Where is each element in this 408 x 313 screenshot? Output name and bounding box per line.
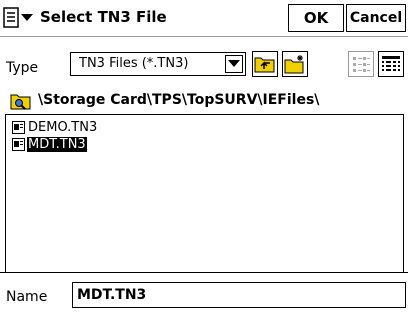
name-input-value: MDT.TN3 — [77, 287, 147, 303]
file-list[interactable]: DEMO.TN3 MDT.TN3 — [5, 114, 404, 272]
cancel-button[interactable]: Cancel — [346, 4, 406, 32]
list-item-selected[interactable]: MDT.TN3 — [12, 136, 87, 152]
file-icon — [12, 120, 25, 134]
name-label: Name — [6, 289, 48, 305]
path-text: \Storage Card\TPS\TopSURV\IEFiles\ — [38, 92, 320, 108]
details-view-icon — [382, 56, 400, 71]
title-bar: Select TN3 File OK Cancel — [0, 0, 408, 36]
folder-up-button[interactable] — [252, 51, 278, 77]
name-input[interactable]: MDT.TN3 — [72, 282, 406, 308]
chevron-down-icon — [228, 60, 240, 67]
list-view-button[interactable] — [348, 51, 374, 77]
title-divider — [0, 36, 408, 37]
file-icon — [12, 137, 25, 151]
start-menu-icon — [3, 7, 33, 28]
new-folder-button[interactable] — [282, 51, 308, 77]
ok-button[interactable]: OK — [288, 4, 344, 32]
new-folder-icon — [284, 55, 304, 74]
list-view-icon — [353, 57, 370, 72]
folder-search-icon — [10, 94, 31, 110]
file-name: MDT.TN3 — [27, 136, 87, 152]
start-menu-button[interactable] — [2, 4, 36, 32]
list-item[interactable]: DEMO.TN3 — [12, 119, 98, 135]
type-dropdown[interactable]: TN3 Files (*.TN3) — [70, 52, 246, 76]
type-dropdown-value: TN3 Files (*.TN3) — [79, 56, 189, 71]
dialog-title: Select TN3 File — [40, 8, 167, 26]
folder-up-icon — [254, 57, 275, 73]
current-path: \Storage Card\TPS\TopSURV\IEFiles\ — [6, 90, 406, 112]
divider — [0, 272, 408, 273]
file-name: DEMO.TN3 — [28, 119, 98, 135]
dropdown-arrow-button[interactable] — [225, 55, 243, 73]
type-label: Type — [6, 60, 39, 76]
details-view-button[interactable] — [378, 51, 404, 77]
